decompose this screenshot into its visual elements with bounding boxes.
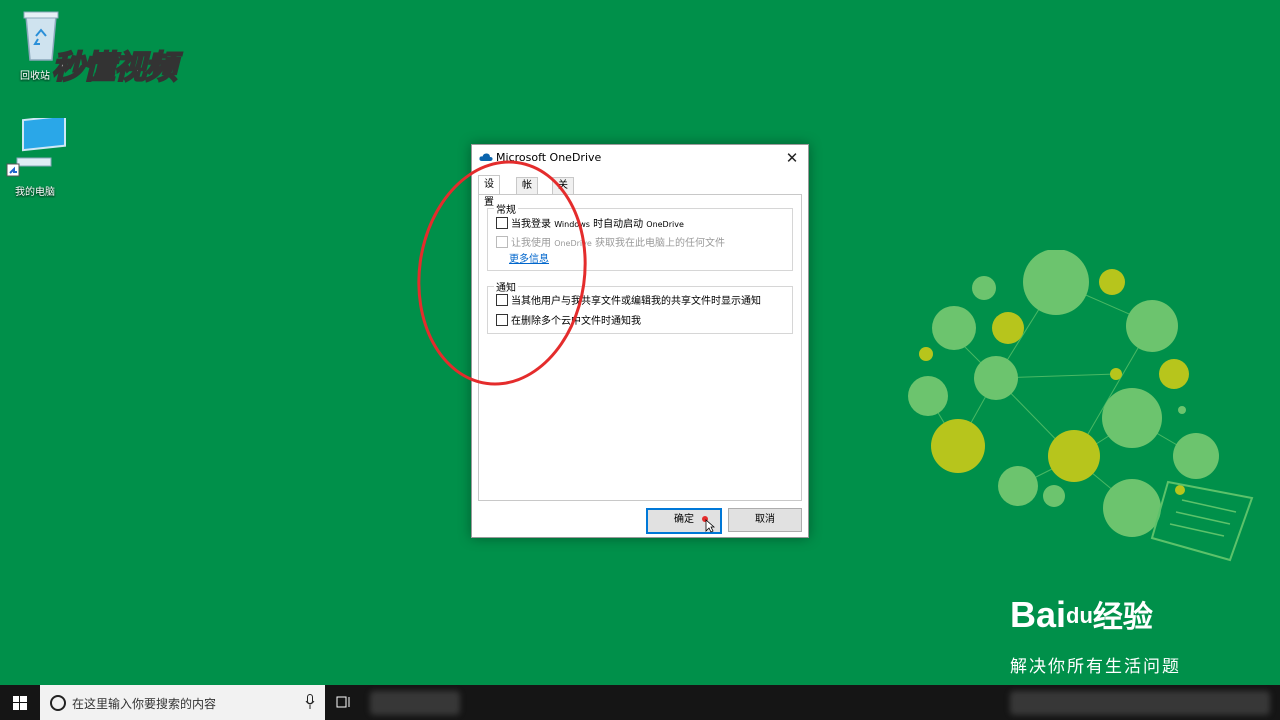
taskbar-pinned-apps-blurred[interactable] (370, 691, 460, 715)
desktop-icon-my-computer[interactable]: 我的电脑 (0, 114, 70, 198)
cortana-icon (50, 695, 66, 711)
close-button[interactable]: ✕ (782, 148, 802, 168)
baidu-jingyan-watermark: Baidu经验 解决你所有生活问题 (1010, 592, 1179, 677)
baidu-logo: Baidu经验 (1010, 592, 1153, 636)
cancel-button[interactable]: 取消 (728, 508, 802, 532)
computer-icon (6, 114, 66, 177)
baidu-logo-text-post: 经验 (1092, 601, 1153, 634)
onedrive-cloud-icon (479, 153, 493, 161)
mouse-cursor-icon (702, 516, 715, 533)
baidu-slogan: 解决你所有生活问题 (1010, 657, 1181, 677)
tab-settings[interactable]: 设置 (478, 175, 500, 208)
windows-logo-icon (13, 696, 27, 710)
start-button[interactable] (0, 685, 40, 720)
baidu-paw-du: du (1066, 603, 1093, 628)
taskbar-search-box[interactable]: 在这里输入你要搜索的内容 (40, 685, 325, 720)
system-tray-blurred[interactable] (1010, 691, 1270, 715)
video-watermark-logo: 秒懂视频 (51, 47, 178, 87)
taskbar: 在这里输入你要搜索的内容 (0, 685, 1280, 720)
microphone-icon[interactable] (305, 694, 315, 710)
my-computer-label: 我的电脑 (15, 187, 55, 198)
fetch-files-label-post: 获取我在此电脑上的任何文件 (591, 238, 725, 249)
baidu-logo-text-pre: Bai (1010, 594, 1067, 635)
decorative-lightbulb-graphic (908, 250, 1254, 562)
auto-start-label-mid: 时自动启动 (589, 219, 647, 230)
close-icon: ✕ (785, 149, 799, 167)
auto-start-label-onedrive: OneDrive (646, 220, 684, 229)
task-view-icon[interactable] (336, 694, 352, 710)
search-placeholder: 在这里输入你要搜索的内容 (72, 697, 217, 711)
